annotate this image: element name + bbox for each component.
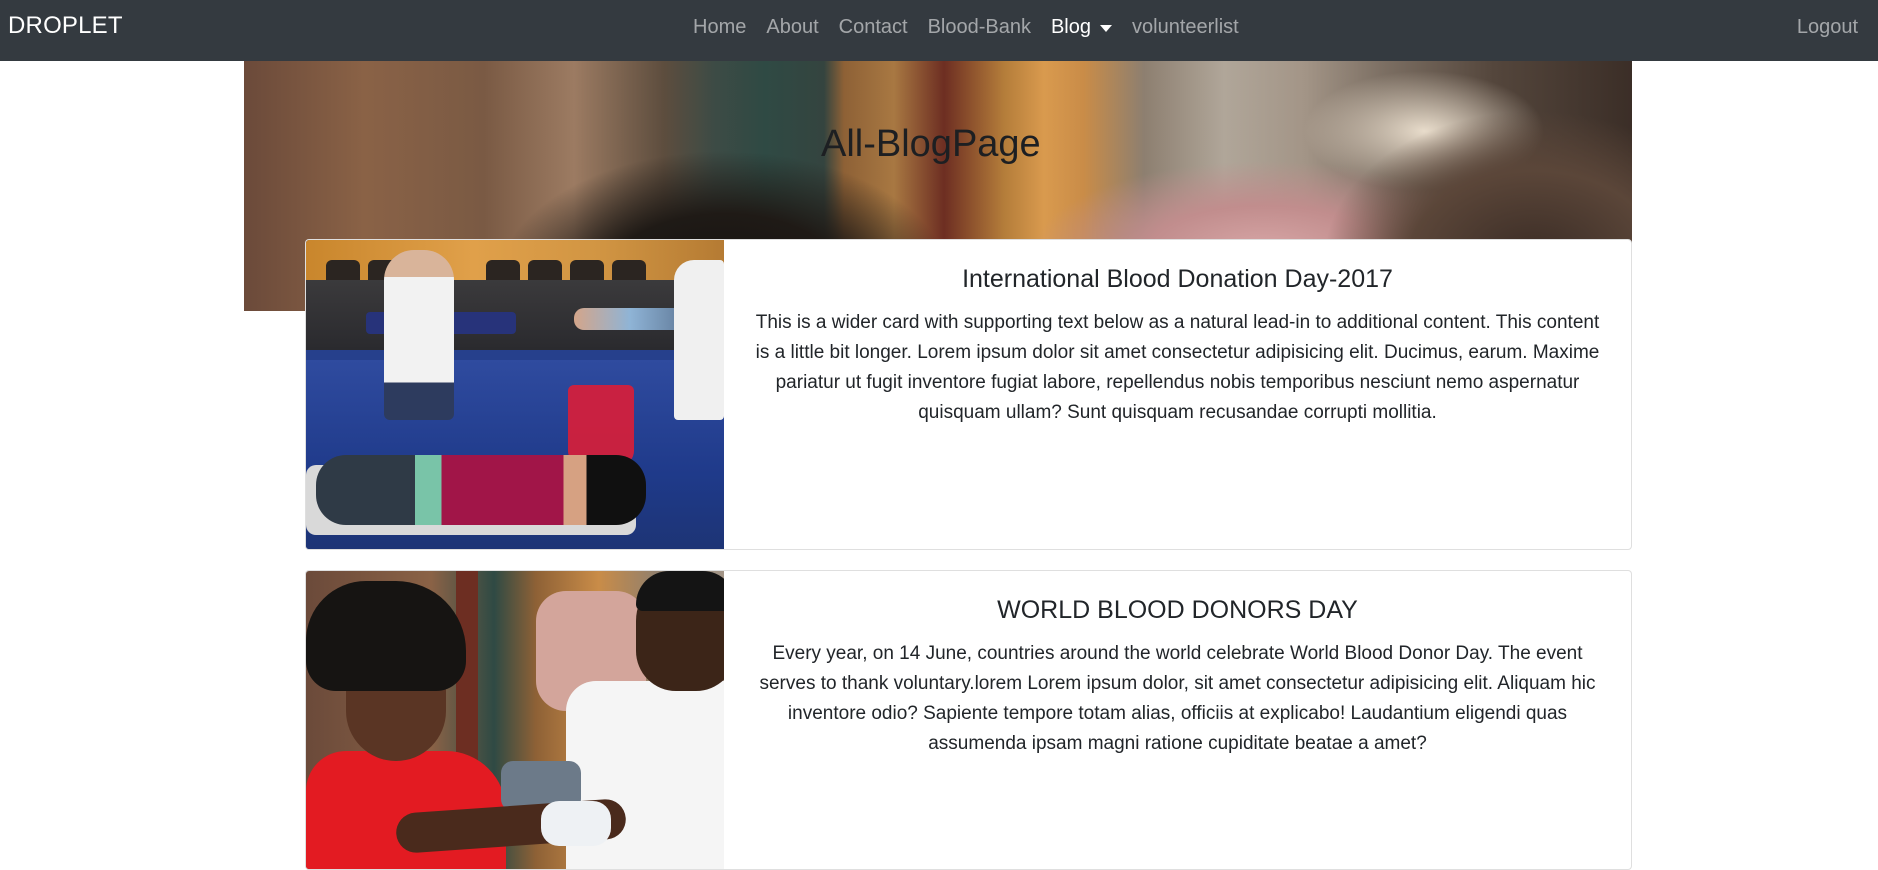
nav-blog-label: Blog [1050,16,1091,38]
nav-home[interactable]: Home [683,14,756,40]
nav-blood-bank[interactable]: Blood-Bank [918,14,1041,40]
blog-card-title: WORLD BLOOD DONORS DAY [997,596,1358,624]
caret-down-icon [1100,24,1112,32]
blog-card: International Blood Donation Day-2017 Th… [305,239,1632,550]
blog-card-image [306,240,724,549]
nurse-donor-photo [306,571,724,869]
top-navbar: DROPLET Home About Contact Blood-Bank Bl… [0,0,1878,61]
page-title: All-BlogPage [821,123,1041,165]
brand-logo[interactable]: DROPLET [8,12,123,40]
nav-about[interactable]: About [756,14,828,40]
nav-contact[interactable]: Contact [829,14,918,40]
blog-card-body: WORLD BLOOD DONORS DAY Every year, on 14… [724,571,1631,784]
blog-card-text: This is a wider card with supporting tex… [755,312,1600,423]
logout-link[interactable]: Logout [1797,14,1858,40]
blog-card: WORLD BLOOD DONORS DAY Every year, on 14… [305,570,1632,870]
donation-hall-photo [306,240,724,549]
nav-links: Home About Contact Blood-Bank Blog volun… [683,14,1249,40]
blog-card-image [306,571,724,869]
blog-card-body: International Blood Donation Day-2017 Th… [724,240,1631,453]
blog-card-title: International Blood Donation Day-2017 [962,265,1393,293]
nav-volunteerlist[interactable]: volunteerlist [1122,14,1249,40]
blog-card-text: Every year, on 14 June, countries around… [759,643,1596,754]
nav-blog-dropdown[interactable]: Blog [1041,14,1122,40]
